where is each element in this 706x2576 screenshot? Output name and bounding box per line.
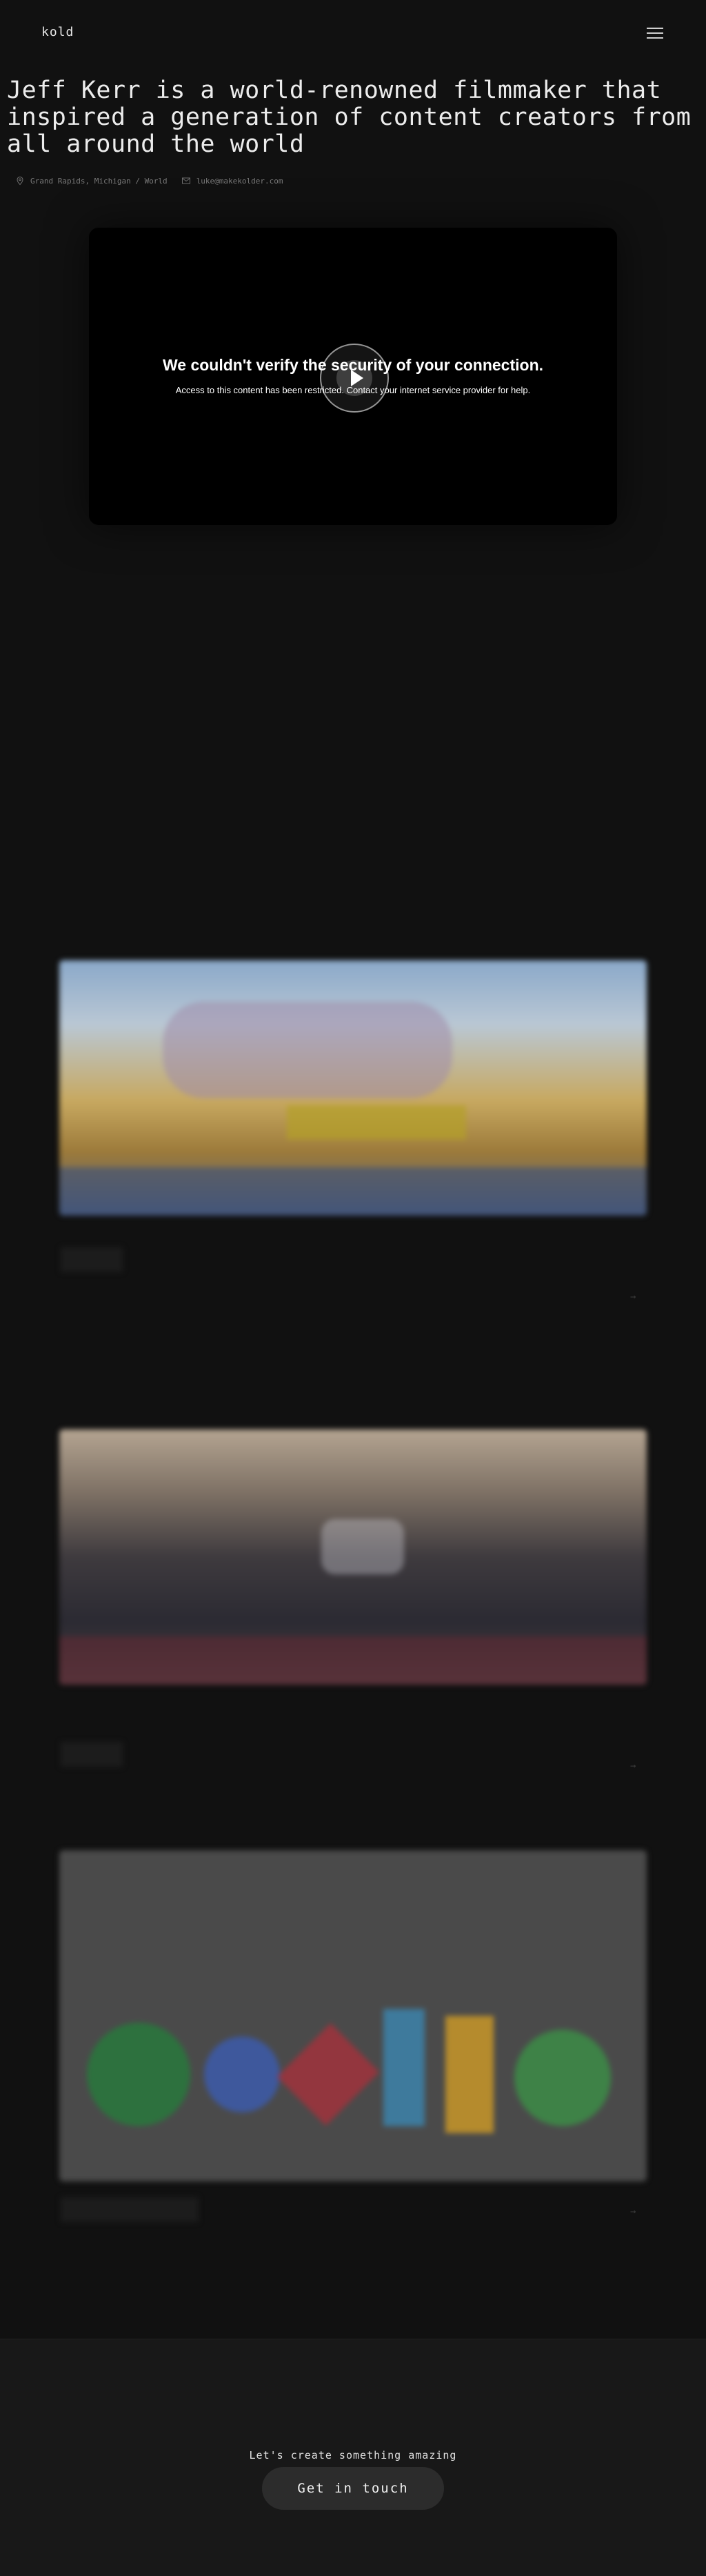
- get-in-touch-button[interactable]: Get in touch: [262, 2467, 444, 2510]
- mail-icon: [181, 177, 190, 184]
- site-footer: Let's create something amazing Get in to…: [0, 2339, 706, 2576]
- page-title: Jeff Kerr is a world-renowned filmmaker …: [7, 77, 692, 158]
- arrow-right-icon[interactable]: →: [630, 1761, 645, 1772]
- menu-line: [647, 28, 663, 29]
- project-thumbnail[interactable]: [59, 960, 647, 1216]
- site-header: kold: [0, 0, 706, 66]
- menu-line: [647, 32, 663, 34]
- arrow-right-icon[interactable]: →: [630, 2206, 645, 2217]
- cta-text: Let's create something amazing: [249, 2449, 457, 2461]
- email-link[interactable]: luke@makekolder.com: [196, 177, 283, 186]
- project-card[interactable]: →: [50, 924, 656, 1311]
- hamburger-menu-icon[interactable]: [645, 26, 665, 40]
- video-player[interactable]: We couldn't verify the security of your …: [89, 228, 617, 525]
- map-pin-icon: [17, 176, 23, 186]
- logo[interactable]: kold: [41, 25, 74, 39]
- menu-line: [647, 37, 663, 39]
- project-card[interactable]: →: [50, 1394, 656, 1780]
- project-card[interactable]: →: [50, 1814, 656, 2222]
- project-thumbnail[interactable]: [59, 1429, 647, 1685]
- video-error-message: Access to this content has been restrict…: [175, 385, 531, 395]
- project-thumbnail[interactable]: [59, 1850, 647, 2181]
- location-text: Grand Rapids, Michigan / World: [30, 176, 168, 186]
- contact-meta: Grand Rapids, Michigan / World luke@make…: [15, 174, 283, 188]
- arrow-right-icon[interactable]: →: [630, 1291, 645, 1302]
- play-button[interactable]: [320, 344, 389, 413]
